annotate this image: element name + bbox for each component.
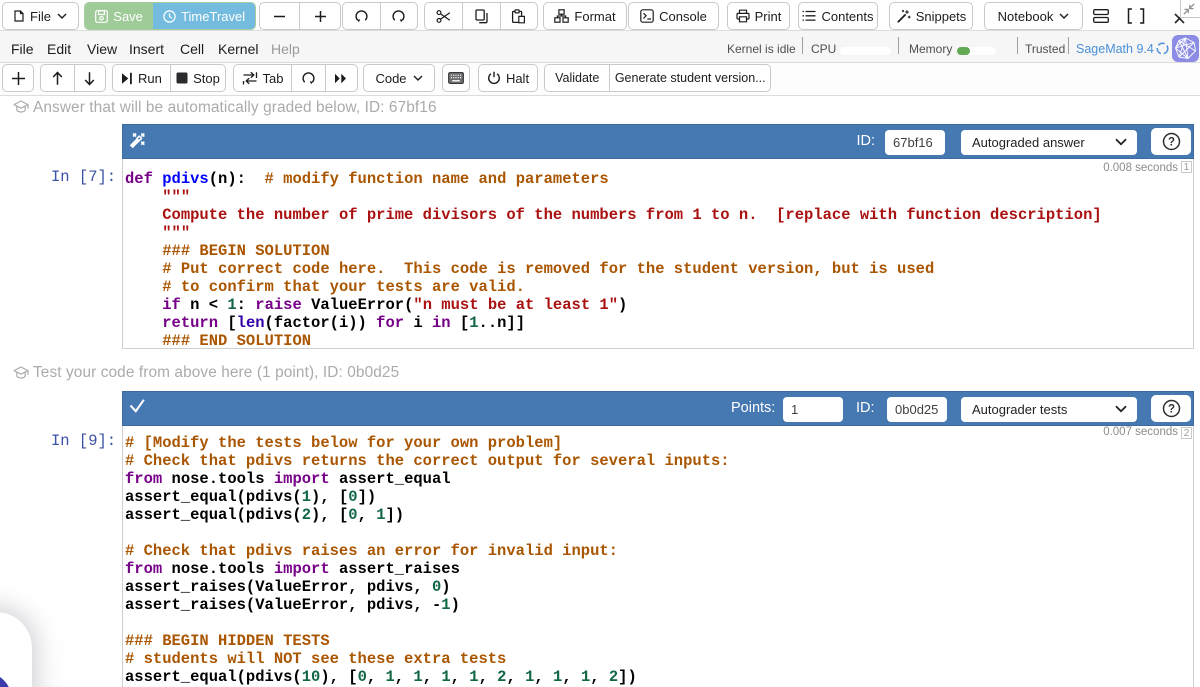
svg-text:?: ? (1167, 404, 1174, 416)
svg-text:?: ? (1167, 137, 1174, 149)
